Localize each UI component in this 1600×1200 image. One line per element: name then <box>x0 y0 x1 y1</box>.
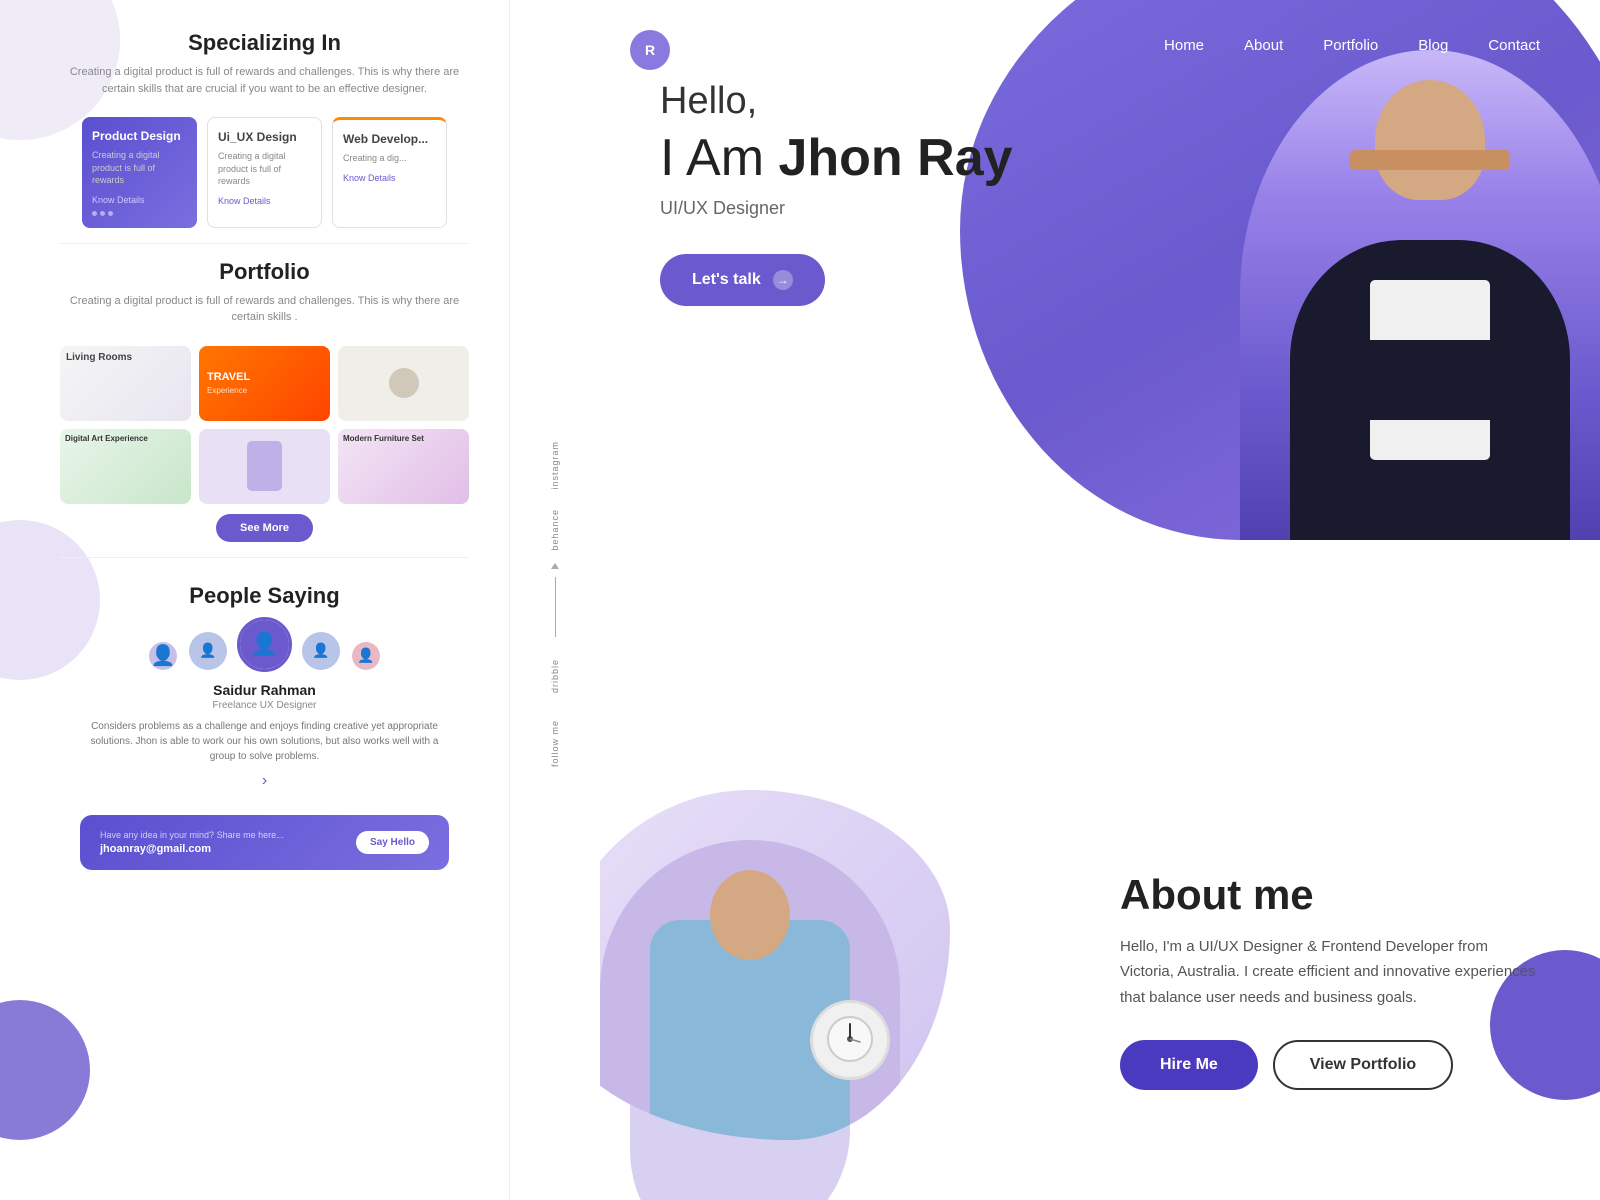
about-text-area: About me Hello, I'm a UI/UX Designer & F… <box>1120 871 1540 1091</box>
testimonial-nav[interactable]: › <box>90 772 439 790</box>
portfolio-item-2[interactable]: TRAVEL Experience <box>199 346 330 421</box>
about-buttons: Hire Me View Portfolio <box>1120 1040 1540 1090</box>
arrow-line <box>555 577 556 637</box>
working-blob <box>600 790 950 1140</box>
view-portfolio-button[interactable]: View Portfolio <box>1273 1040 1453 1090</box>
thumb-label-2: TRAVEL <box>207 371 322 383</box>
nav-home[interactable]: Home <box>1164 37 1204 54</box>
thumb-label-6: Modern Furniture Set <box>338 429 469 449</box>
hire-me-button[interactable]: Hire Me <box>1120 1040 1258 1090</box>
contact-hint: Have any idea in your mind? Share me her… <box>100 830 284 840</box>
testimonial-text: Considers problems as a challenge and en… <box>90 719 439 764</box>
navigation: R Home About Portfolio Blog Contact <box>600 0 1600 90</box>
specializing-title: Specializing In <box>60 30 469 56</box>
avatar-2: 👤 <box>187 630 229 672</box>
testimonial-avatars: 👤 👤 👤 👤 👤 <box>90 617 439 672</box>
contact-email: jhoanray@gmail.com <box>100 843 284 855</box>
person-arms <box>1300 340 1560 420</box>
portfolio-grid: Living Rooms TRAVEL Experience Digital A… <box>60 346 469 504</box>
social-instagram[interactable]: instagram <box>550 433 560 498</box>
divider-2 <box>60 557 469 558</box>
avatar-4: 👤 <box>350 640 382 672</box>
about-working-image <box>600 790 980 1150</box>
blob-decoration-bottom-left <box>0 1000 90 1140</box>
hero-name-bold: Jhon Ray <box>778 129 1012 187</box>
hero-role: UI/UX Designer <box>660 198 1013 219</box>
thumb-icon-5 <box>247 441 282 491</box>
person-shoulders <box>1350 150 1510 170</box>
portfolio-item-6[interactable]: Modern Furniture Set <box>338 429 469 504</box>
contact-say-hello-button[interactable]: Say Hello <box>356 831 429 854</box>
card-link-3[interactable]: Know Details <box>343 173 436 183</box>
nav-avatar-letter: R <box>645 42 655 58</box>
social-dribble[interactable]: dribble <box>550 651 560 701</box>
nav-blog[interactable]: Blog <box>1418 37 1448 54</box>
nav-links: Home About Portfolio Blog Contact <box>1164 37 1540 54</box>
portfolio-subtitle: Creating a digital product is full of re… <box>60 293 469 326</box>
hero-intro: I Am <box>660 129 778 187</box>
hero-cta-button[interactable]: Let's talk → <box>660 254 825 306</box>
nav-avatar: R <box>630 30 670 70</box>
testimonial-name: Saidur Rahman <box>90 682 439 698</box>
specializing-section: Specializing In Creating a digital produ… <box>0 0 509 890</box>
person-head <box>1375 80 1485 200</box>
thumb-icon-3 <box>389 368 419 398</box>
nav-contact[interactable]: Contact <box>1488 37 1540 54</box>
card-product-design[interactable]: Product Design Creating a digital produc… <box>82 117 197 228</box>
right-panel: R Home About Portfolio Blog Contact Hell… <box>600 0 1600 1200</box>
about-section: About me Hello, I'm a UI/UX Designer & F… <box>600 1070 1600 1150</box>
card-desc-1: Creating a digital product is full of re… <box>92 149 187 187</box>
person-body <box>1290 240 1570 540</box>
person-silhouette <box>1240 50 1600 540</box>
avatar-1: 👤 <box>147 640 179 672</box>
divider-1 <box>60 243 469 244</box>
portfolio-item-5[interactable] <box>199 429 330 504</box>
thumb-label-1: Living Rooms <box>66 352 132 363</box>
working-person-head <box>710 870 790 960</box>
card-link-1[interactable]: Know Details <box>92 195 187 205</box>
contact-bar: Have any idea in your mind? Share me her… <box>80 815 449 870</box>
testimonial-title: People Saying <box>90 583 439 609</box>
thumb-label-4: Digital Art Experience <box>60 429 191 449</box>
thumb-sublabel-2: Experience <box>207 386 322 395</box>
specializing-cards: Product Design Creating a digital produc… <box>60 117 469 228</box>
card-dots-1 <box>92 211 187 216</box>
social-links: instagram behance dribble follow me <box>550 433 560 767</box>
card-desc-2: Creating a digital product is full of re… <box>218 150 311 188</box>
card-web-dev[interactable]: Web Develop... Creating a dig... Know De… <box>332 117 447 228</box>
card-desc-3: Creating a dig... <box>343 152 436 165</box>
card-link-2[interactable]: Know Details <box>218 196 311 206</box>
portfolio-item-3[interactable] <box>338 346 469 421</box>
nav-about[interactable]: About <box>1244 37 1283 54</box>
social-behance[interactable]: behance <box>550 501 560 559</box>
specializing-subtitle: Creating a digital product is full of re… <box>60 64 469 97</box>
arrow-up-icon <box>551 563 559 569</box>
clock-decoration <box>810 1000 890 1080</box>
avatar-main: 👤 <box>237 617 292 672</box>
left-panel: Specializing In Creating a digital produ… <box>0 0 510 1200</box>
hero-name: I Am Jhon Ray <box>660 128 1013 188</box>
about-description: Hello, I'm a UI/UX Designer & Frontend D… <box>1120 934 1540 1011</box>
clock-face <box>825 1014 875 1066</box>
avatar-3: 👤 <box>300 630 342 672</box>
hero-section: Hello, I Am Jhon Ray UI/UX Designer Let'… <box>660 80 1013 306</box>
about-title: About me <box>1120 871 1540 919</box>
middle-strip: instagram behance dribble follow me <box>510 0 600 1200</box>
follow-me-label: follow me <box>550 720 560 767</box>
card-title-3: Web Develop... <box>343 132 436 146</box>
testimonial-role: Freelance UX Designer <box>90 700 439 711</box>
hero-cta-label: Let's talk <box>692 271 761 289</box>
see-more-button[interactable]: See More <box>216 514 313 542</box>
card-ux-design[interactable]: Ui_UX Design Creating a digital product … <box>207 117 322 228</box>
nav-portfolio[interactable]: Portfolio <box>1323 37 1378 54</box>
card-title-1: Product Design <box>92 129 187 143</box>
card-title-2: Ui_UX Design <box>218 130 311 144</box>
hero-btn-arrow-icon: → <box>773 270 793 290</box>
contact-bar-info: Have any idea in your mind? Share me her… <box>100 830 284 855</box>
portfolio-item-4[interactable]: Digital Art Experience <box>60 429 191 504</box>
portfolio-item-1[interactable]: Living Rooms <box>60 346 191 421</box>
portfolio-title: Portfolio <box>60 259 469 285</box>
testimonial-section: People Saying 👤 👤 👤 👤 👤 Saidur Rahm <box>60 573 469 800</box>
